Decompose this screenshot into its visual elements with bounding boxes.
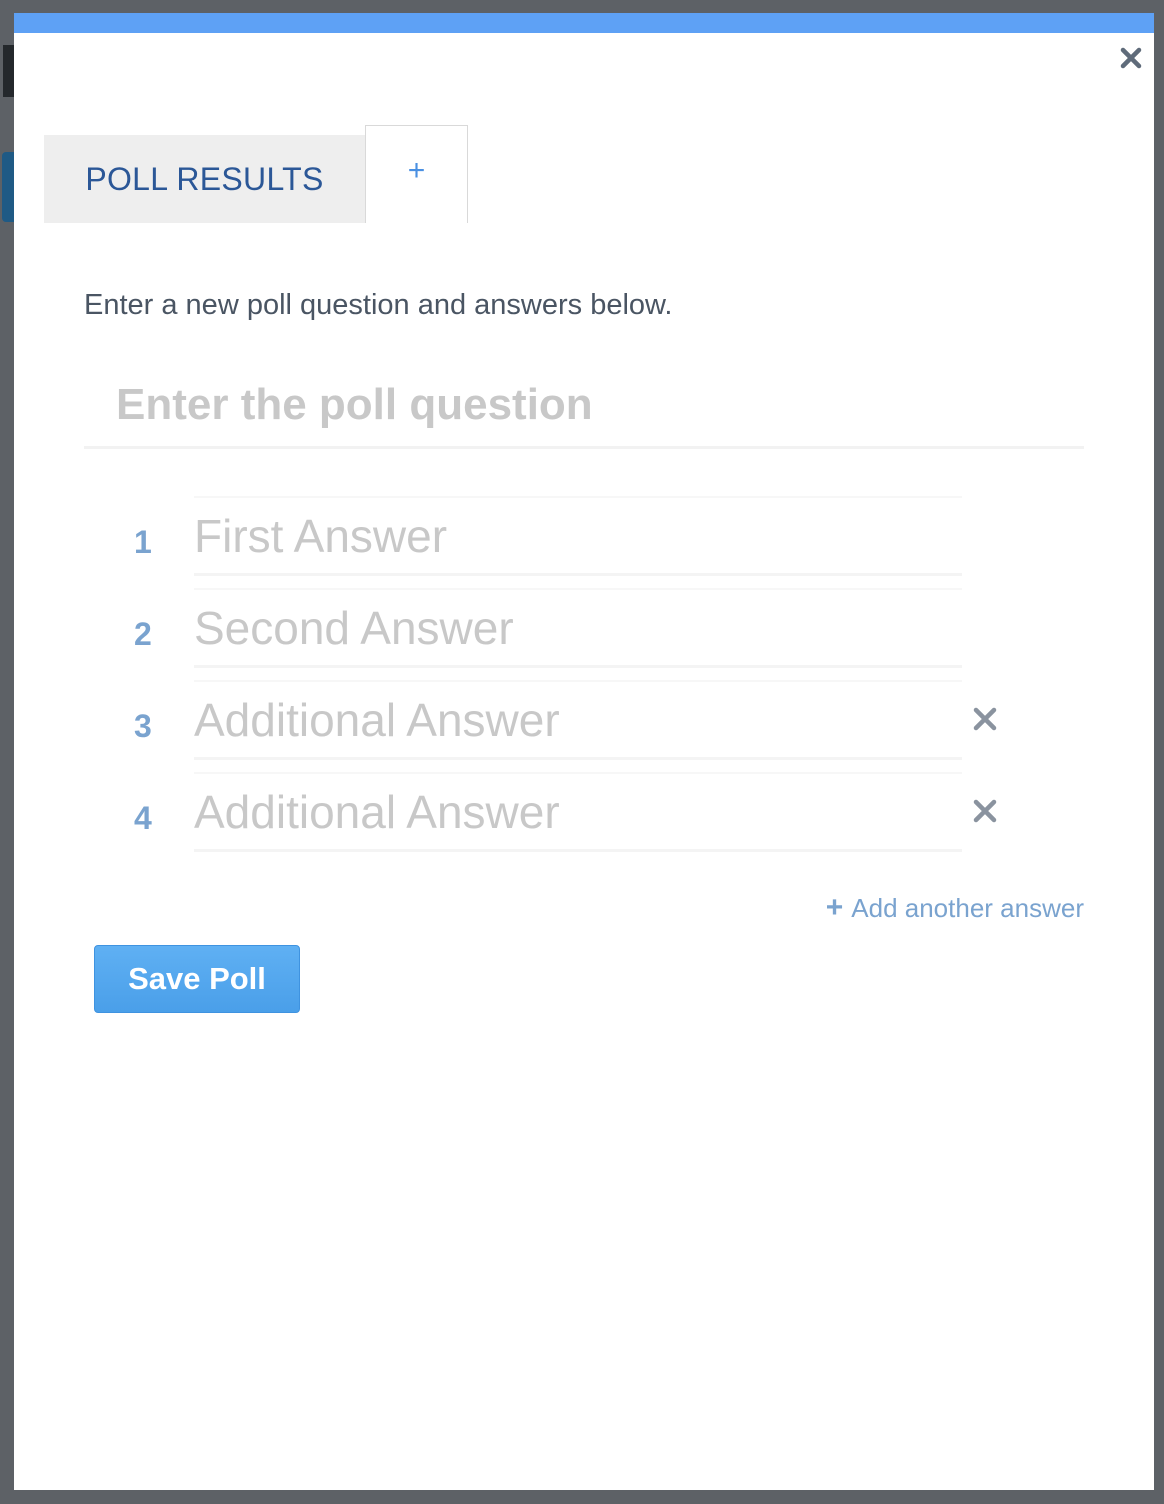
answer-list: 1 2 3 4: [134, 485, 1034, 853]
answer-row-4: 4: [134, 761, 1034, 853]
close-icon: [1120, 47, 1142, 69]
tab-poll-results-label: POLL RESULTS: [85, 160, 324, 197]
add-answer-label: Add another answer: [851, 892, 1084, 923]
remove-answer-4-button[interactable]: [970, 789, 1000, 833]
answer-number: 3: [134, 707, 152, 744]
answer-number: 4: [134, 799, 152, 836]
save-poll-button[interactable]: Save Poll: [94, 945, 300, 1013]
background-heading: [3, 45, 14, 97]
remove-answer-3-button[interactable]: [970, 697, 1000, 741]
tab-poll-results[interactable]: POLL RESULTS: [44, 135, 365, 223]
add-answer-link[interactable]: + Add another answer: [826, 891, 1084, 925]
poll-question-input[interactable]: [84, 363, 1084, 449]
answer-input-3[interactable]: [194, 680, 962, 760]
tab-new-poll[interactable]: +: [365, 125, 468, 223]
answer-input-2[interactable]: [194, 588, 962, 668]
answer-row-2: 2: [134, 577, 1034, 669]
plus-icon: +: [825, 891, 844, 924]
poll-tabs: POLL RESULTS +: [44, 123, 468, 223]
close-icon: [973, 799, 997, 823]
close-button[interactable]: [1116, 43, 1146, 73]
answer-row-3: 3: [134, 669, 1034, 761]
form-instructions: Enter a new poll question and answers be…: [84, 289, 673, 321]
background-button: [2, 152, 14, 222]
answer-row-1: 1: [134, 485, 1034, 577]
answer-number: 2: [134, 615, 152, 652]
poll-modal: POLL RESULTS + Enter a new poll question…: [14, 13, 1154, 1490]
answer-number: 1: [134, 523, 152, 560]
answer-input-4[interactable]: [194, 772, 962, 852]
plus-icon: +: [407, 154, 426, 187]
answer-input-1[interactable]: [194, 496, 962, 576]
close-icon: [973, 707, 997, 731]
